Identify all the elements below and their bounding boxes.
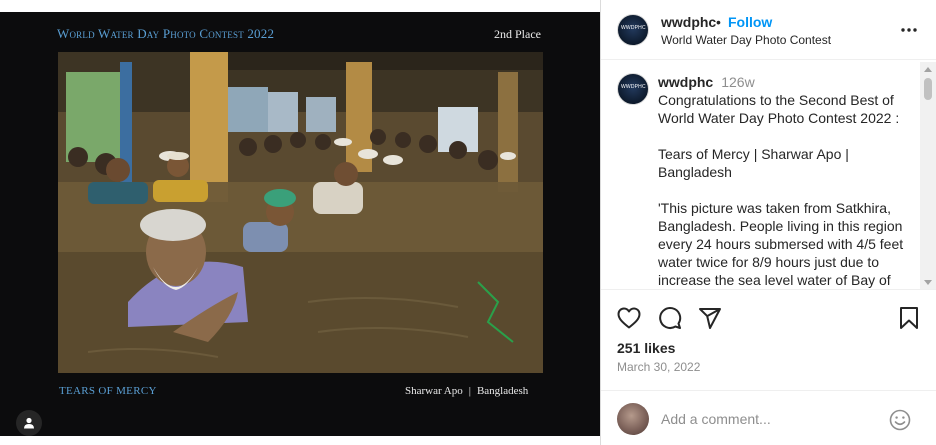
header-dot-separator: • (716, 14, 721, 30)
photo-credit: Sharwar Apo | Bangladesh (405, 385, 528, 397)
comment-button[interactable] (656, 304, 684, 332)
caption-text: Congratulations to the Second Best of Wo… (658, 91, 918, 289)
profile-avatar[interactable]: WWDPHC (617, 14, 649, 46)
like-button[interactable] (615, 304, 643, 332)
contest-image-frame[interactable]: World Water Day Photo Contest 2022 2nd P… (0, 12, 600, 436)
share-button[interactable] (696, 304, 724, 332)
current-user-avatar (617, 403, 649, 435)
post-actions (601, 304, 936, 334)
share-icon (699, 308, 721, 329)
comment-meta: wwdphc 126w (658, 73, 918, 91)
more-dots-icon (901, 28, 917, 32)
comment-timestamp[interactable]: 126w (721, 74, 754, 90)
user-icon (24, 417, 34, 429)
post-media: World Water Day Photo Contest 2022 2nd P… (0, 0, 600, 445)
comments-scrollbar[interactable] (920, 62, 936, 289)
credit-separator: | (468, 385, 471, 397)
post-date[interactable]: March 30, 2022 (617, 360, 700, 374)
caption-paragraph: Congratulations to the Second Best of Wo… (658, 92, 900, 126)
header-username[interactable]: wwdphc (661, 14, 716, 30)
heart-icon (617, 307, 641, 329)
placement-label: 2nd Place (494, 27, 541, 41)
likes-count[interactable]: 251 likes (617, 340, 675, 356)
tagged-user-button[interactable] (16, 410, 42, 436)
comments-section[interactable]: WWDPHC wwdphc 126w Congratulations to the… (601, 61, 936, 290)
comment-username[interactable]: wwdphc (658, 74, 713, 90)
photographer-country: Bangladesh (476, 385, 529, 397)
caption-paragraph: Tears of Mercy | Sharwar Apo | Banglades… (658, 146, 849, 180)
follow-button[interactable]: Follow (728, 14, 772, 30)
post-sidebar: WWDPHC wwdphc • Follow World Water Day P… (600, 0, 936, 445)
scroll-down-arrow-icon[interactable] (924, 280, 932, 285)
add-comment-input[interactable] (661, 407, 871, 431)
scroll-up-arrow-icon[interactable] (924, 67, 932, 72)
caption-paragraph: 'This picture was taken from Satkhira, B… (658, 200, 904, 288)
save-button[interactable] (895, 304, 923, 332)
add-comment-bar (601, 390, 936, 445)
comment-avatar[interactable]: WWDPHC (617, 73, 649, 105)
avatar-logo-text: WWDPHC (621, 84, 646, 90)
more-options-button[interactable] (899, 20, 919, 40)
flooded-mosque-photo-illustration (58, 52, 543, 373)
photographer-name: Sharwar Apo (405, 385, 463, 397)
comment-icon (659, 307, 682, 329)
smiley-icon (889, 409, 911, 431)
contest-photo (58, 52, 543, 373)
bookmark-icon (900, 307, 918, 329)
caption-comment: wwdphc 126w Congratulations to the Second… (658, 73, 918, 289)
scrollbar-thumb[interactable] (924, 78, 932, 100)
contest-title: World Water Day Photo Contest 2022 (57, 26, 275, 41)
header-subtitle[interactable]: World Water Day Photo Contest (661, 33, 831, 47)
avatar-logo-text: WWDPHC (621, 25, 646, 31)
post-header: WWDPHC wwdphc • Follow World Water Day P… (601, 0, 936, 60)
photo-title: TEARS OF MERCY (59, 385, 157, 397)
emoji-button[interactable] (888, 408, 912, 432)
